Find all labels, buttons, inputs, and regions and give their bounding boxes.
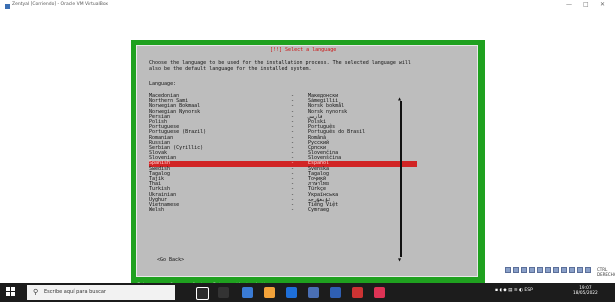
close-button[interactable]: ✕	[600, 1, 605, 8]
cortana-icon[interactable]	[196, 287, 209, 300]
installer-console: [!!] Select a language Choose the langua…	[131, 40, 485, 295]
keyboard-icon[interactable]	[585, 267, 591, 273]
separator-dash: -	[291, 207, 295, 214]
language-dialog: [!!] Select a language Choose the langua…	[136, 45, 478, 277]
search-icon: ⚲	[33, 288, 39, 296]
display-icon[interactable]	[553, 267, 559, 273]
host-key-label: CTRL DERECHA	[597, 267, 615, 277]
go-back-button[interactable]: <Go Back>	[157, 257, 184, 263]
mouse-integration-icon[interactable]	[577, 267, 583, 273]
usb-icon[interactable]	[537, 267, 543, 273]
search-placeholder: Escribe aquí para buscar	[44, 289, 106, 295]
network-icon[interactable]	[529, 267, 535, 273]
language-scrollbar[interactable]	[400, 101, 402, 257]
keyboard-layout[interactable]: ESP	[524, 288, 532, 293]
language-name: Welsh	[149, 207, 165, 214]
task-view-icon[interactable]	[218, 287, 229, 298]
menu-bar: Archivo Máquina Ver Entrada Dispositivos…	[0, 14, 615, 31]
audio-icon[interactable]	[521, 267, 527, 273]
shared-folders-icon[interactable]	[545, 267, 551, 273]
word-icon[interactable]	[330, 287, 341, 298]
window-title: Zentyal [Corriendo] - Oracle VM VirtualB…	[12, 2, 109, 7]
cpu-icon[interactable]	[569, 267, 575, 273]
vm-display[interactable]: [!!] Select a language Choose the langua…	[0, 24, 615, 295]
maximize-button[interactable]: □	[583, 1, 589, 8]
language-list[interactable]: Macedonian - Македонски Northern Sami - Sámeg…	[149, 93, 417, 214]
scroll-down-icon[interactable]: ▼	[398, 257, 401, 262]
clock-date: 18/05/2022	[573, 291, 598, 296]
dialog-intro-text: Choose the language to be used for the i…	[149, 60, 411, 72]
dialog-title: [!!] Select a language	[268, 47, 339, 53]
taskbar-clock[interactable]: 19:07 18/05/2022	[573, 286, 598, 296]
window-titlebar: Zentyal [Corriendo] - Oracle VM VirtualB…	[0, 0, 615, 14]
language-label: Language:	[149, 81, 177, 87]
hard-disk-icon[interactable]	[505, 267, 511, 273]
chrome-icon[interactable]	[264, 287, 275, 298]
language-native-name: Cymraeg	[308, 207, 330, 214]
language-option[interactable]: Welsh - Cymraeg	[149, 207, 417, 214]
acrobat-icon[interactable]	[352, 287, 363, 298]
system-tray[interactable]: ▪ ◖ ◆ ▤ ≋ ◐ ESP	[495, 288, 533, 293]
tray-icons: ▪ ◖ ◆ ▤ ≋ ◐	[495, 288, 525, 293]
minimize-button[interactable]: —	[566, 1, 572, 8]
start-button[interactable]	[6, 287, 16, 297]
store-icon[interactable]	[308, 287, 319, 298]
optical-drive-icon[interactable]	[513, 267, 519, 273]
windows-taskbar: ⚲ Escribe aquí para buscar ▪ ◖ ◆ ▤ ≋ ◐ E…	[0, 283, 615, 302]
file-explorer-icon[interactable]	[242, 287, 253, 298]
edge-icon[interactable]	[286, 287, 297, 298]
virtualbox-icon	[5, 4, 10, 9]
app-icon[interactable]	[374, 287, 385, 298]
recording-icon[interactable]	[561, 267, 567, 273]
taskbar-search[interactable]: ⚲ Escribe aquí para buscar	[27, 285, 175, 300]
vm-status-icons	[505, 267, 591, 275]
